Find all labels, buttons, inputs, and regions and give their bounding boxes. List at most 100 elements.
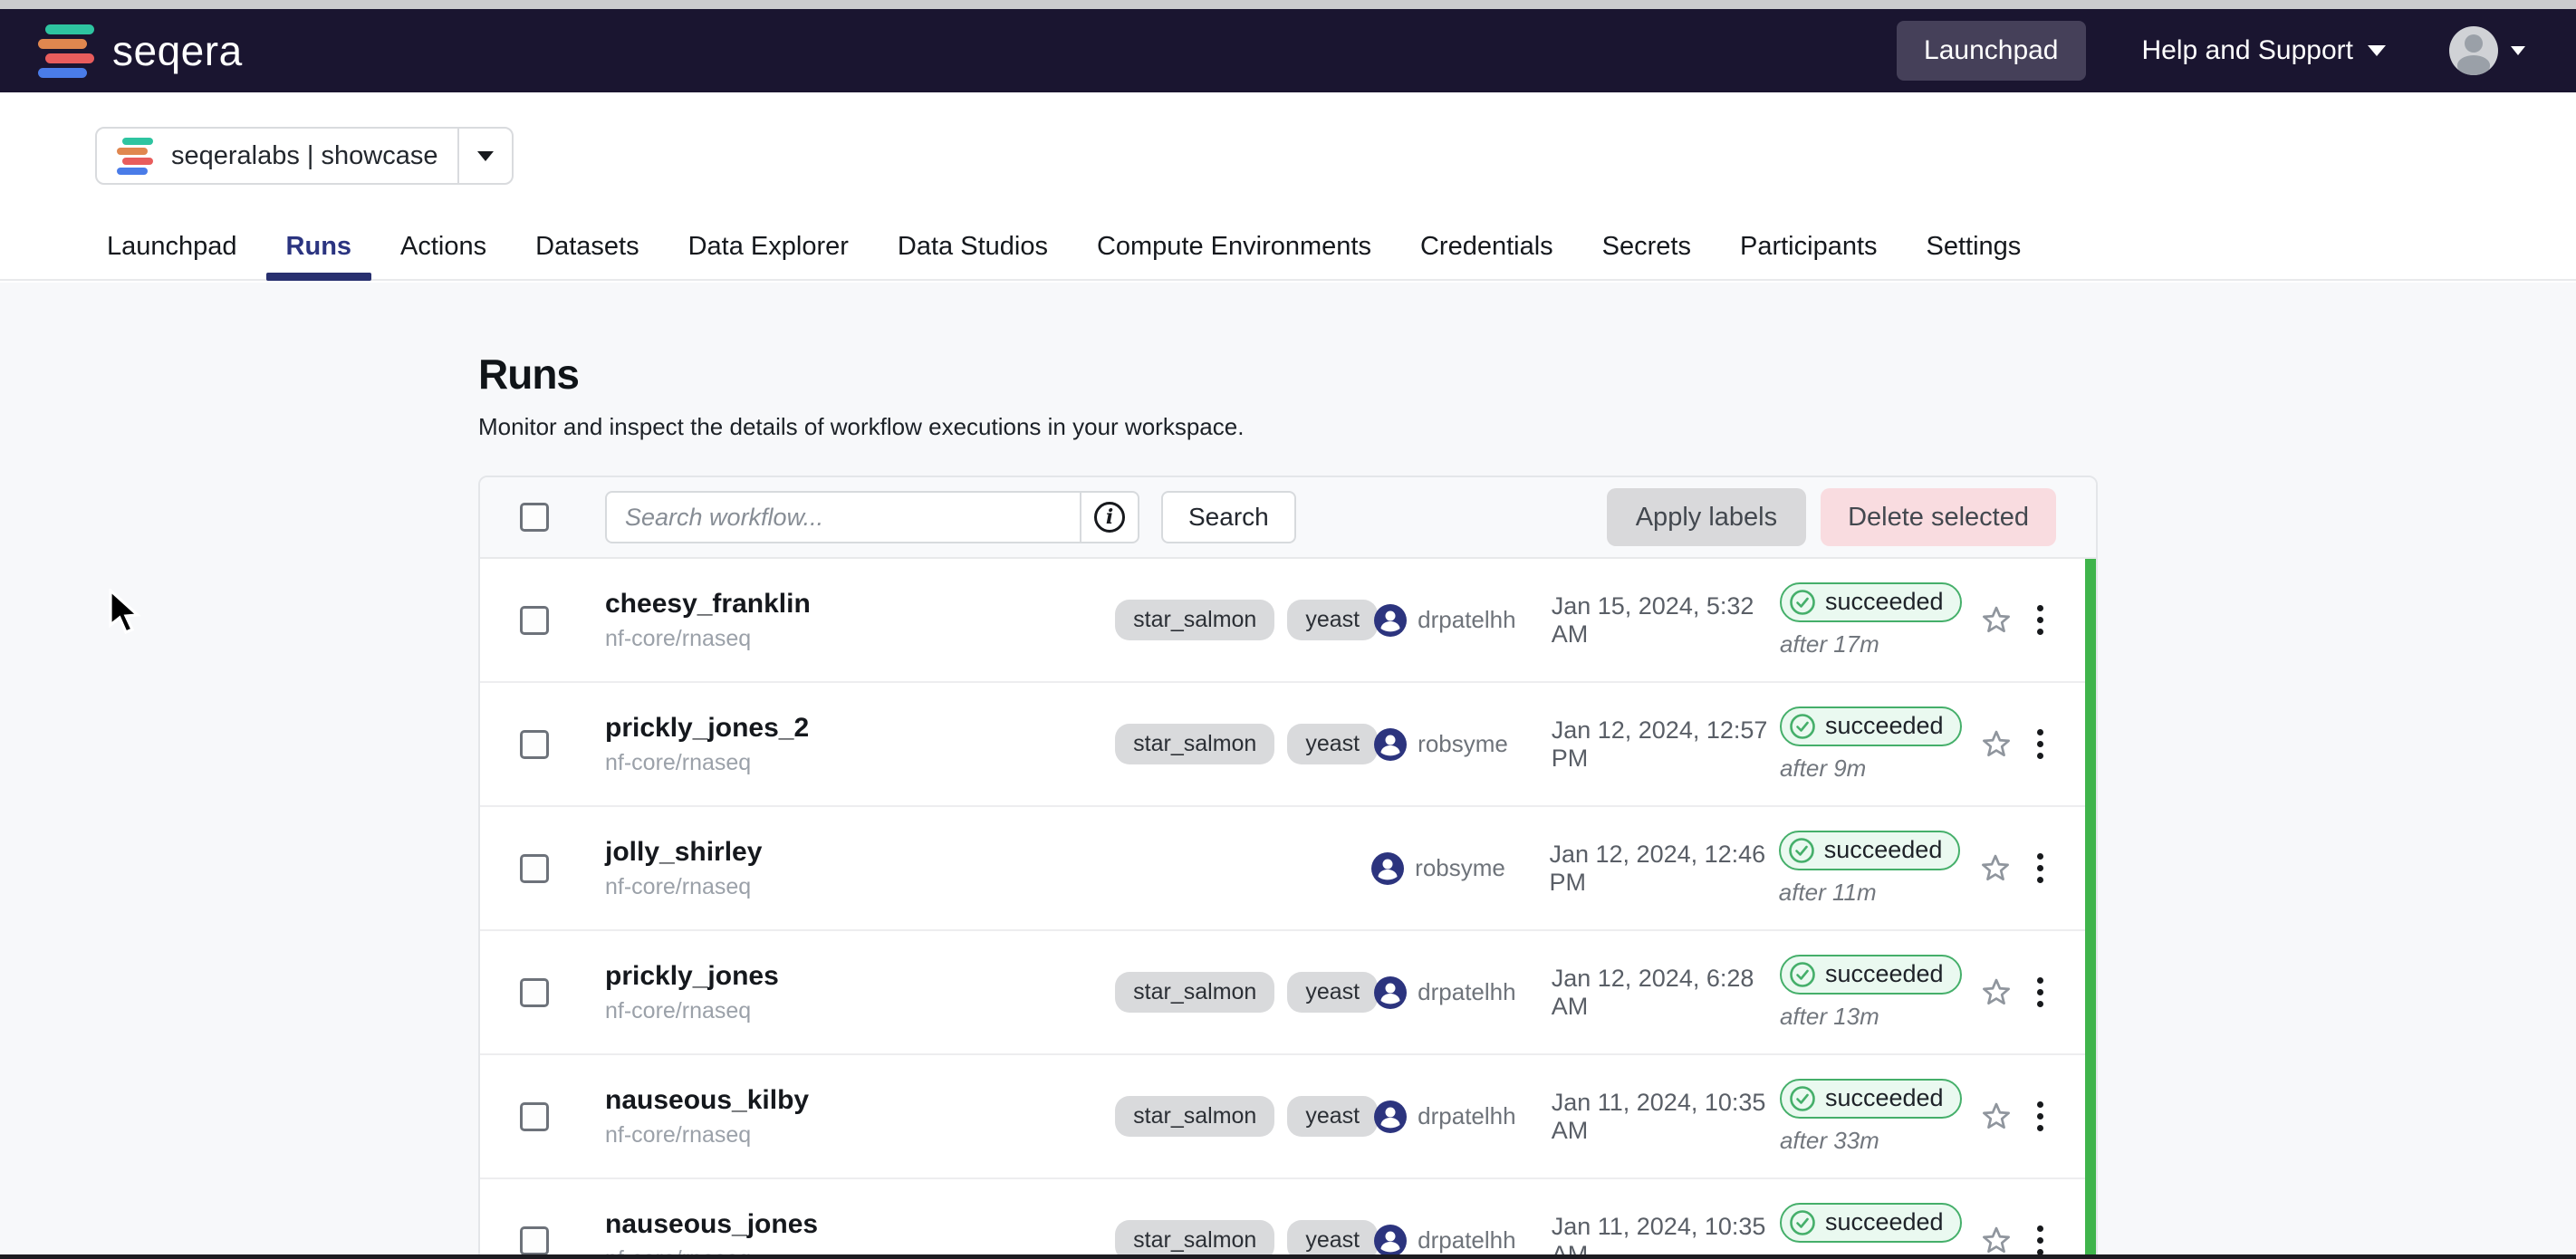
run-label-pill: star_salmon [1115, 1220, 1274, 1259]
select-all-checkbox[interactable] [520, 503, 549, 532]
user-circle-icon [1374, 1100, 1407, 1133]
run-user-cell: drpatelhh [1374, 1225, 1552, 1257]
workspace-name: seqeralabs | showcase [171, 141, 437, 171]
run-duration: after 11m [1779, 879, 1967, 907]
run-labels-cell: star_salmonyeast [1115, 1220, 1374, 1259]
run-labels-cell: star_salmonyeast [1115, 1096, 1374, 1137]
table-scroll-indicator [2085, 559, 2096, 1259]
delete-selected-button[interactable]: Delete selected [1821, 488, 2056, 546]
tab-data-explorer[interactable]: Data Explorer [688, 228, 849, 279]
run-checkbox[interactable] [520, 1226, 549, 1255]
tab-participants[interactable]: Participants [1740, 228, 1878, 279]
window-bottom-edge [0, 1254, 2576, 1259]
run-name-link[interactable]: nauseous_kilby [605, 1085, 1115, 1116]
run-name-link[interactable]: prickly_jones [605, 961, 1115, 992]
run-label-pill: yeast [1287, 600, 1378, 640]
run-checkbox[interactable] [520, 1102, 549, 1131]
workspace-selector[interactable]: seqeralabs | showcase [95, 127, 514, 185]
run-start-date: Jan 15, 2024, 5:32 AM [1552, 592, 1780, 649]
check-circle-icon [1788, 837, 1815, 864]
status-badge: succeeded [1780, 706, 1962, 746]
run-label-pill: yeast [1287, 1096, 1378, 1137]
run-row: prickly_jones nf-core/rnaseq star_salmon… [480, 931, 2096, 1055]
run-duration: after 17m [1780, 630, 1967, 658]
page-subtitle: Monitor and inspect the details of workf… [478, 413, 2576, 441]
kebab-menu-button[interactable] [2024, 1101, 2056, 1131]
run-star-cell [1967, 851, 2024, 886]
user-circle-icon [1371, 852, 1404, 885]
run-label-pill: star_salmon [1115, 972, 1274, 1013]
user-circle-icon [1374, 728, 1407, 761]
star-icon[interactable] [1978, 851, 2013, 886]
help-and-support-menu[interactable]: Help and Support [2142, 35, 2387, 66]
status-text: succeeded [1825, 960, 1944, 988]
status-badge: succeeded [1780, 955, 1962, 995]
run-name-link[interactable]: cheesy_franklin [605, 589, 1115, 620]
launchpad-button[interactable]: Launchpad [1897, 21, 2085, 81]
run-name-link[interactable]: prickly_jones_2 [605, 713, 1115, 744]
main-content: Runs Monitor and inspect the details of … [0, 283, 2576, 1259]
run-start-date: Jan 12, 2024, 6:28 AM [1552, 965, 1780, 1021]
workspace-dropdown-button[interactable] [457, 129, 512, 183]
tab-actions[interactable]: Actions [400, 228, 486, 279]
tab-settings[interactable]: Settings [1927, 228, 2022, 279]
status-badge: succeeded [1780, 1079, 1962, 1119]
search-input[interactable] [607, 504, 1080, 532]
tab-launchpad[interactable]: Launchpad [107, 228, 237, 279]
chevron-down-icon [2368, 45, 2386, 56]
star-icon[interactable] [1979, 603, 2014, 638]
run-labels-cell: star_salmonyeast [1115, 600, 1374, 640]
run-row: prickly_jones_2 nf-core/rnaseq star_salm… [480, 683, 2096, 807]
kebab-menu-button[interactable] [2024, 605, 2056, 635]
kebab-menu-button[interactable] [2024, 1225, 2056, 1255]
run-row: nauseous_jones nf-core/rnaseq star_salmo… [480, 1179, 2096, 1259]
tab-credentials[interactable]: Credentials [1420, 228, 1553, 279]
run-checkbox[interactable] [520, 978, 549, 1007]
status-badge: succeeded [1780, 582, 1962, 622]
run-checkbox[interactable] [520, 730, 549, 759]
tab-secrets[interactable]: Secrets [1602, 228, 1691, 279]
kebab-menu-button[interactable] [2024, 853, 2056, 883]
star-icon[interactable] [1979, 1100, 2014, 1134]
user-menu[interactable] [2449, 26, 2525, 75]
tab-datasets[interactable]: Datasets [535, 228, 639, 279]
run-name-link[interactable]: jolly_shirley [605, 837, 1117, 868]
tab-runs[interactable]: Runs [286, 228, 352, 279]
run-checkbox[interactable] [520, 854, 549, 883]
star-icon[interactable] [1979, 1224, 2014, 1258]
seqera-logo[interactable]: seqera [38, 24, 243, 78]
apply-labels-button[interactable]: Apply labels [1607, 488, 1806, 546]
run-labels-cell: star_salmonyeast [1115, 972, 1374, 1013]
run-duration: after 9m [1780, 754, 1967, 783]
run-star-cell [1967, 975, 2024, 1010]
run-status-cell: succeeded after 33m [1780, 1079, 1967, 1155]
run-user-name: drpatelhh [1418, 1102, 1515, 1130]
star-icon[interactable] [1979, 975, 2014, 1010]
workspace-logo-icon [117, 138, 153, 175]
tab-data-studios[interactable]: Data Studios [898, 228, 1048, 279]
kebab-menu-button[interactable] [2024, 977, 2056, 1007]
tab-compute-environments[interactable]: Compute Environments [1097, 228, 1371, 279]
run-star-cell [1967, 603, 2024, 638]
star-icon[interactable] [1979, 727, 2014, 762]
run-checkbox[interactable] [520, 606, 549, 635]
run-duration: after 33m [1780, 1127, 1967, 1155]
kebab-menu-button[interactable] [2024, 729, 2056, 759]
user-circle-icon [1374, 976, 1407, 1009]
status-text: succeeded [1824, 836, 1943, 864]
seqera-runs-page: seqera Launchpad Help and Support seqera… [0, 0, 2576, 1259]
run-name-cell: prickly_jones_2 nf-core/rnaseq [605, 713, 1115, 776]
run-pipeline-name: nf-core/rnaseq [605, 626, 1115, 652]
run-label-pill: yeast [1287, 724, 1378, 764]
search-button[interactable]: Search [1161, 491, 1296, 543]
status-text: succeeded [1825, 1084, 1944, 1112]
window-top-edge [0, 0, 2576, 9]
run-user-cell: drpatelhh [1374, 604, 1552, 637]
search-info-button[interactable]: i [1081, 502, 1138, 533]
run-label-pill: star_salmon [1115, 724, 1274, 764]
run-user-cell: drpatelhh [1374, 976, 1552, 1009]
check-circle-icon [1789, 1209, 1816, 1236]
run-labels-cell: star_salmonyeast [1115, 724, 1374, 764]
run-name-link[interactable]: nauseous_jones [605, 1209, 1115, 1240]
run-user-cell: robsyme [1371, 852, 1549, 885]
